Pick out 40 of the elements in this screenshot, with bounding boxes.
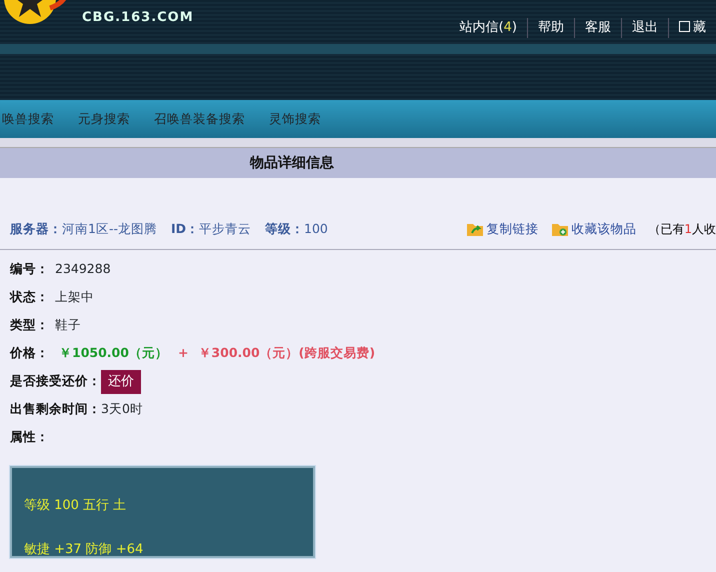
field-label: 等级：	[265, 220, 304, 238]
detail-value: 鞋子	[55, 316, 81, 334]
header-link[interactable]: 藏	[693, 20, 706, 35]
action-link[interactable]: 复制链接	[486, 220, 538, 239]
field-label: ID：	[170, 220, 200, 238]
section-title: 物品详细信息	[0, 148, 716, 178]
collect-count: （已有1人收	[648, 221, 716, 238]
folder-icon	[552, 222, 568, 236]
folder-icon	[467, 222, 484, 236]
field-value: 河南1区--龙图腾	[62, 220, 157, 238]
detail-label: 是否接受还价：	[10, 372, 101, 390]
header-link[interactable]: 退出	[621, 18, 668, 38]
detail-value: 3天0时	[101, 400, 143, 418]
logo-domain: CBG.163.COM	[82, 9, 194, 27]
field-value: 平步青云	[199, 220, 252, 238]
detail-label: 编号：	[10, 260, 49, 278]
detail-value: 上架中	[55, 288, 94, 306]
nav-link[interactable]: 召唤兽装备搜索	[154, 110, 245, 128]
field-value: 100	[304, 220, 328, 238]
detail-label: 类型：	[10, 316, 49, 334]
detail-value: 2349288	[55, 260, 111, 278]
header-link[interactable]: 客服	[574, 18, 621, 38]
detail-label: 价格：	[10, 344, 49, 362]
attribute-line: 敏捷 +37 防御 +64	[24, 540, 144, 559]
attribute-line: 等级 100 五行 土	[24, 496, 128, 515]
checkbox-icon[interactable]	[679, 21, 690, 32]
nav-link[interactable]: 唤兽搜索	[2, 110, 54, 128]
nav-link[interactable]: 元身搜索	[78, 110, 130, 128]
counteroffer-button[interactable]: 还价	[101, 370, 141, 394]
action-link[interactable]: 收藏该物品	[571, 220, 636, 239]
fee-value: ￥300.00（元）(跨服交易费)	[198, 344, 376, 362]
nav-link[interactable]: 灵饰搜索	[269, 110, 321, 128]
field-label: 服务器：	[10, 220, 62, 238]
header-link[interactable]: 站内信(4)	[450, 18, 527, 38]
detail-label: 属性：	[10, 428, 49, 446]
price-value: ￥1050.00（元）	[59, 344, 168, 362]
detail-label: 状态：	[10, 288, 49, 306]
header-link[interactable]: 帮助	[527, 18, 574, 38]
detail-label: 出售剩余时间：	[10, 400, 101, 418]
plus-sign: +	[178, 344, 188, 362]
